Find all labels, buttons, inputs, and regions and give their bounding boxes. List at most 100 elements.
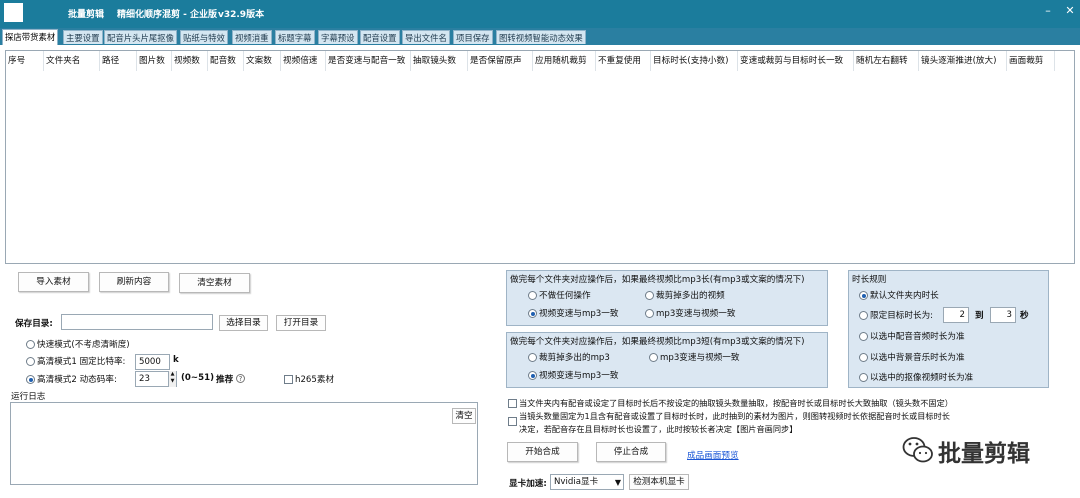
video-shorter-title: 做完每个文件夹对应操作后，如果最终视频比mp3短(有mp3或文案的情况下): [510, 337, 805, 347]
column-header[interactable]: 抽取镜头数: [411, 51, 468, 71]
fast-mode-radio[interactable]: [26, 340, 35, 349]
column-header[interactable]: 是否变速与配音一致: [326, 51, 411, 71]
duration-option-label: 限定目标时长为:: [870, 311, 934, 321]
column-header[interactable]: 镜头逐渐推进(放大): [919, 51, 1007, 71]
long-option-label: 不做任何操作: [539, 291, 591, 301]
duration-min-input[interactable]: 2: [943, 307, 969, 323]
minimize-icon[interactable]: –: [1041, 4, 1055, 18]
column-header[interactable]: 视频倍速: [281, 51, 326, 71]
h265-label: h265素材: [295, 375, 335, 385]
run-log-textarea[interactable]: 清空: [10, 402, 478, 485]
tab-bar: 探店带货素材 主要设置 配音片头片尾抠像 贴纸与特效 视频消重 标题字幕 字幕预…: [0, 28, 1080, 45]
import-material-button[interactable]: 导入素材: [18, 272, 89, 292]
tab-title-subtitles[interactable]: 标题字幕: [275, 30, 315, 44]
rule2-label-line1: 当镜头数量固定为1且含有配音或设置了目标时长时，此时抽到的素材为图片，则图转视频…: [519, 411, 950, 421]
duration-option-label: 以选中的抠像视频时长为准: [870, 373, 974, 383]
column-header[interactable]: 随机左右翻转: [854, 51, 919, 71]
long-option-radio[interactable]: [645, 309, 654, 318]
short-option-radio[interactable]: [528, 353, 537, 362]
clear-material-button[interactable]: 清空素材: [179, 273, 250, 293]
column-header[interactable]: 路径: [100, 51, 137, 71]
column-header[interactable]: 目标时长(支持小数): [651, 51, 738, 71]
video-longer-title: 做完每个文件夹对应操作后，如果最终视频比mp3长(有mp3或文案的情况下): [510, 275, 805, 285]
bitrate-unit: k: [173, 355, 179, 365]
tab-subtitle-presets[interactable]: 字幕预设: [318, 30, 358, 44]
short-option-radio[interactable]: [649, 353, 658, 362]
column-header[interactable]: 不重复使用: [596, 51, 651, 71]
app-logo-icon: [4, 3, 23, 22]
gpu-select[interactable]: Nvidia显卡 ▼: [550, 474, 624, 490]
tab-image-to-video[interactable]: 图转视频智能动态效果: [496, 30, 586, 44]
short-option-radio[interactable]: [528, 371, 537, 380]
duration-max-input[interactable]: 3: [990, 307, 1016, 323]
save-dir-input[interactable]: [61, 314, 213, 330]
tab-voice-settings[interactable]: 配音设置: [360, 30, 400, 44]
column-header[interactable]: 序号: [6, 51, 44, 71]
choose-dir-button[interactable]: 选择目录: [219, 315, 268, 331]
column-header[interactable]: 文案数: [244, 51, 281, 71]
crf-range: (0~51): [181, 373, 214, 383]
duration-option-label: 默认文件夹内时长: [870, 291, 939, 301]
long-option-radio[interactable]: [528, 291, 537, 300]
duration-option-radio[interactable]: [859, 353, 868, 362]
hd2-mode-radio[interactable]: [26, 375, 35, 384]
video-longer-panel: 做完每个文件夹对应操作后，如果最终视频比mp3长(有mp3或文案的情况下) 不做…: [506, 270, 828, 326]
column-header[interactable]: 视频数: [172, 51, 208, 71]
help-icon[interactable]: ?: [236, 374, 245, 383]
duration-option-radio[interactable]: [859, 291, 868, 300]
tab-project-save[interactable]: 项目保存: [453, 30, 493, 44]
tab-stickers-effects[interactable]: 贴纸与特效: [180, 30, 228, 44]
detect-gpu-button[interactable]: 检测本机显卡: [629, 474, 689, 490]
rule1-label: 当文件夹内有配音或设定了目标时长后不按设定的抽取镜头数量抽取，按配音时长或目标时…: [519, 398, 953, 408]
open-dir-button[interactable]: 打开目录: [276, 315, 326, 331]
stop-compose-button[interactable]: 停止合成: [596, 442, 666, 462]
column-header[interactable]: 应用随机裁剪: [533, 51, 596, 71]
h265-checkbox[interactable]: [284, 375, 293, 384]
watermark: 批量剪辑: [900, 430, 1075, 470]
column-header[interactable]: 配音数: [208, 51, 244, 71]
column-header[interactable]: 图片数: [137, 51, 172, 71]
duration-option-radio[interactable]: [859, 311, 868, 320]
bitrate-input[interactable]: 5000: [135, 354, 170, 370]
column-header[interactable]: 变速或裁剪与目标时长一致: [738, 51, 854, 71]
column-header[interactable]: 是否保留原声: [468, 51, 533, 71]
tab-video-dedupe[interactable]: 视频消重: [232, 30, 272, 44]
save-dir-label: 保存目录:: [15, 319, 53, 329]
duration-option-radio[interactable]: [859, 373, 868, 382]
crf-recommend: 推荐: [216, 375, 234, 385]
table-header: 序号 文件夹名 路径 图片数 视频数 配音数 文案数 视频倍速 是否变速与配音一…: [6, 51, 1074, 71]
rule1-checkbox[interactable]: [508, 399, 517, 408]
fast-mode-label: 快速模式(不考虑清晰度): [37, 340, 130, 350]
tab-export-filename[interactable]: 导出文件名: [402, 30, 450, 44]
hd1-mode-radio[interactable]: [26, 357, 35, 366]
column-header[interactable]: 画面裁剪: [1007, 51, 1055, 71]
gpu-accel-label: 显卡加速:: [509, 479, 547, 489]
hd1-mode-label: 高清模式1 固定比特率:: [37, 357, 126, 367]
tab-voice-intro-outro-matting[interactable]: 配音片头片尾抠像: [104, 30, 177, 44]
watermark-text: 批量剪辑: [938, 441, 1030, 467]
tab-store-material[interactable]: 探店带货素材: [2, 29, 59, 45]
crf-input[interactable]: 23 ▲ ▼: [135, 371, 177, 387]
duration-to-label: 到: [975, 311, 984, 321]
preview-link[interactable]: 成品画面预览: [687, 449, 739, 461]
long-option-radio[interactable]: [528, 309, 537, 318]
hd2-mode-label: 高清模式2 动态码率:: [37, 375, 117, 385]
material-table[interactable]: 序号 文件夹名 路径 图片数 视频数 配音数 文案数 视频倍速 是否变速与配音一…: [5, 50, 1075, 264]
start-compose-button[interactable]: 开始合成: [507, 442, 578, 462]
version-label: v32.9版本: [218, 10, 265, 20]
crf-value: 23: [139, 374, 150, 384]
duration-rules-panel: 时长规则 默认文件夹内时长 限定目标时长为: 2 到 3 秒 以选中配音音频时长…: [848, 270, 1049, 388]
clear-log-button[interactable]: 清空: [452, 408, 476, 424]
column-header[interactable]: 文件夹名: [44, 51, 100, 71]
short-option-label: mp3变速与视频一致: [660, 353, 740, 363]
tab-main-settings[interactable]: 主要设置: [63, 30, 103, 44]
crf-spinner[interactable]: ▲ ▼: [168, 371, 176, 387]
rule2-checkbox[interactable]: [508, 417, 517, 426]
duration-option-radio[interactable]: [859, 332, 868, 341]
close-icon[interactable]: ✕: [1063, 4, 1077, 18]
refresh-content-button[interactable]: 刷新内容: [99, 272, 169, 292]
gpu-select-value: Nvidia显卡: [554, 477, 599, 487]
duration-rules-title: 时长规则: [852, 275, 887, 285]
duration-option-label: 以选中背景音乐时长为准: [870, 353, 965, 363]
long-option-radio[interactable]: [645, 291, 654, 300]
